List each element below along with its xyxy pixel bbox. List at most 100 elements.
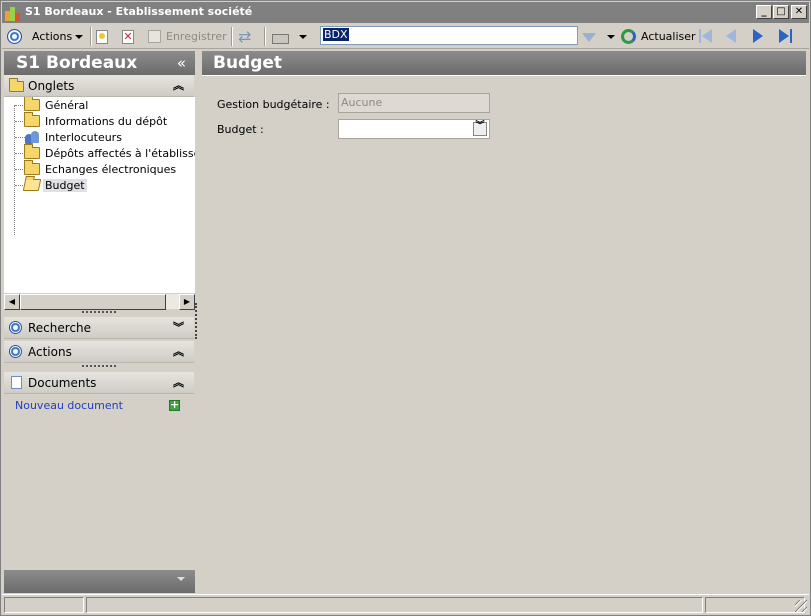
tab-item-label: Général	[45, 98, 89, 112]
delete-record-button[interactable]: ✕	[122, 27, 134, 46]
header-divider	[202, 75, 806, 76]
chevron-up-icon[interactable]: ︽	[173, 341, 184, 363]
actions-circle-icon[interactable]	[7, 27, 22, 46]
folder-icon	[9, 78, 24, 92]
tab-item-budget[interactable]: Budget	[22, 177, 87, 193]
search-section-icon	[9, 321, 22, 334]
resize-grip[interactable]	[82, 311, 116, 314]
panel-splitter[interactable]	[195, 303, 198, 339]
tab-item-assigned-depots[interactable]: Dépôts affectés à l'établisseme	[24, 144, 195, 161]
save-button[interactable]: Enregistrer	[148, 27, 227, 46]
maximize-button[interactable]: □	[773, 5, 789, 19]
tree-connector	[14, 105, 15, 235]
budget-management-label: Gestion budgétaire :	[217, 98, 330, 111]
left-panel-footer[interactable]	[4, 570, 195, 593]
tab-item-label: Echanges électroniques	[45, 162, 177, 176]
dropdown-arrow-icon	[75, 34, 84, 39]
budget-select[interactable]: ︾	[338, 119, 490, 139]
resize-grip[interactable]	[82, 365, 116, 368]
documents-panel: Nouveau document +	[4, 394, 195, 570]
close-button[interactable]: ✕	[791, 5, 807, 19]
resize-grip-icon[interactable]	[795, 600, 807, 612]
status-bar	[2, 594, 809, 614]
actions-section-header[interactable]: Actions ︽	[4, 341, 194, 363]
refresh-label: Actualiser	[641, 30, 696, 43]
refresh-icon	[621, 29, 636, 44]
toolbar-separator	[264, 27, 266, 46]
add-document-icon[interactable]: +	[169, 399, 180, 411]
search-section-header[interactable]: Recherche ︾	[4, 317, 194, 339]
refresh-button[interactable]: Actualiser	[621, 27, 696, 46]
dropdown-arrow-icon	[299, 34, 307, 39]
dropdown-arrow-icon	[607, 34, 615, 39]
tab-item-general[interactable]: Général	[24, 97, 90, 113]
print-options-button[interactable]	[299, 27, 307, 46]
chevron-down-icon[interactable]	[177, 577, 185, 581]
filter-funnel-icon	[582, 33, 596, 42]
previous-record-icon[interactable]	[726, 29, 736, 43]
toolbar-separator	[90, 27, 92, 46]
documents-section-header[interactable]: Documents ︽	[4, 372, 194, 394]
tab-item-label: Dépôts affectés à l'établisseme	[45, 146, 195, 160]
folder-icon	[24, 144, 40, 159]
filter-options-button[interactable]	[607, 27, 615, 46]
status-panel-right	[705, 597, 805, 613]
search-input[interactable]: BDX	[320, 26, 578, 45]
page-title: Budget	[202, 51, 806, 75]
actions-section-icon	[9, 345, 22, 358]
app-logo-icon	[5, 5, 21, 21]
chevron-up-icon[interactable]: ︽	[173, 75, 184, 97]
title-bar[interactable]: S1 Bordeaux - Etablissement société _ □ …	[2, 2, 809, 23]
tabs-section-label: Onglets	[28, 79, 75, 93]
save-icon	[148, 30, 161, 43]
status-panel-left	[4, 597, 84, 613]
new-document-link[interactable]: Nouveau document	[15, 399, 123, 412]
printer-icon	[272, 33, 289, 44]
actions-menu-label: Actions	[32, 30, 73, 43]
scroll-right-icon[interactable]: ▶	[179, 294, 195, 310]
tab-item-label: Interlocuteurs	[45, 130, 122, 144]
search-section-label: Recherche	[28, 321, 92, 335]
save-label: Enregistrer	[166, 30, 227, 43]
tab-item-depot-info[interactable]: Informations du dépôt	[24, 112, 169, 129]
new-document-icon	[96, 29, 108, 44]
toolbar: Actions ✕ Enregistrer ⇄ BDX Actualiser	[2, 24, 809, 49]
budget-label: Budget :	[217, 123, 264, 136]
people-icon	[24, 129, 40, 145]
first-record-icon[interactable]	[699, 29, 713, 43]
app-window: S1 Bordeaux - Etablissement société _ □ …	[0, 0, 811, 616]
minimize-button[interactable]: _	[756, 5, 772, 19]
folder-icon	[24, 160, 40, 175]
search-input-value: BDX	[323, 28, 349, 41]
tab-item-label: Budget	[43, 178, 87, 192]
main-content: Budget Gestion budgétaire : Aucune Budge…	[202, 51, 806, 593]
toolbar-separator	[231, 27, 233, 46]
documents-section-label: Documents	[28, 376, 97, 390]
tabs-tree: Général Informations du dépôt Interlocut…	[4, 97, 195, 293]
chevron-up-icon[interactable]: ︽	[173, 372, 184, 394]
filter-button[interactable]	[582, 27, 596, 46]
actions-menu-button[interactable]: Actions	[32, 27, 84, 46]
document-icon	[11, 376, 22, 389]
print-button[interactable]	[272, 27, 289, 46]
sync-icon: ⇄	[238, 26, 252, 46]
budget-management-field: Aucune	[338, 93, 490, 113]
tree-horizontal-scrollbar[interactable]: ◀ ▶	[4, 293, 195, 310]
left-panel: S1 Bordeaux « Onglets ︽ Général Informat…	[4, 49, 195, 593]
tab-item-electronic-exchanges[interactable]: Echanges électroniques	[24, 160, 178, 177]
budget-management-value: Aucune	[341, 96, 383, 109]
folder-icon	[24, 97, 40, 111]
scrollbar-thumb[interactable]	[20, 294, 166, 310]
last-record-icon[interactable]	[779, 29, 793, 43]
new-record-button[interactable]	[96, 27, 108, 46]
tab-item-contacts[interactable]: Interlocuteurs	[24, 129, 124, 145]
chevron-down-icon[interactable]: ︾	[173, 317, 184, 339]
next-record-icon[interactable]	[753, 29, 763, 43]
scroll-left-icon[interactable]: ◀	[4, 294, 20, 310]
sync-button[interactable]: ⇄	[238, 27, 251, 46]
left-panel-header: S1 Bordeaux «	[4, 51, 195, 75]
tabs-section-header[interactable]: Onglets ︽	[4, 75, 194, 97]
status-panel-main	[86, 597, 703, 613]
double-chevron-down-icon[interactable]: ︾	[473, 122, 487, 136]
collapse-panel-button[interactable]: «	[177, 51, 186, 75]
